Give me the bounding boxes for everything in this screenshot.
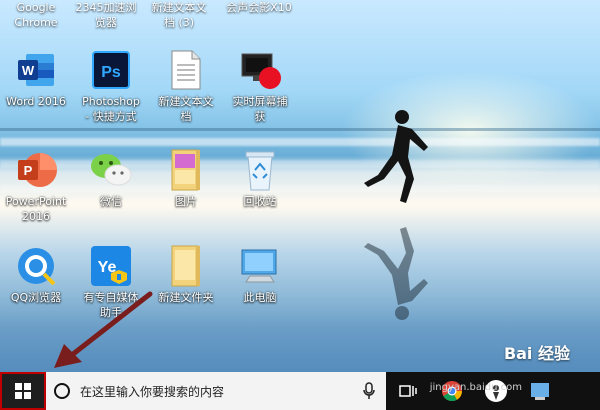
taskbar-search-box[interactable]: 在这里输入你要搜索的内容 — [46, 372, 386, 410]
icon-label: Word 2016 — [6, 95, 66, 108]
icon-label: 档 — [180, 110, 192, 123]
watermark-url: jingyan.baidu.com — [429, 382, 522, 393]
desktop-icon-word[interactable]: W Word 2016 — [0, 48, 72, 109]
qq-browser-icon — [14, 244, 58, 288]
runner-reflection — [364, 227, 428, 320]
icon-label: 会声会影X10 — [226, 1, 292, 14]
icon-label: 实时屏幕捕 — [232, 95, 288, 108]
desktop-icon-this-pc[interactable]: 此电脑 — [224, 244, 296, 305]
desktop[interactable]: Google Chrome 2345加速浏 览器 新建文本文 档 (3) 会声会… — [0, 0, 600, 410]
app-icon — [531, 383, 549, 400]
watermark-logo: Bai 经验 — [503, 344, 570, 363]
svg-text:P: P — [24, 163, 33, 178]
this-pc-icon — [238, 244, 282, 288]
icon-label: Photoshop — [82, 95, 140, 108]
microphone-icon[interactable] — [362, 382, 376, 400]
icon-label: 新建文本文 — [158, 95, 214, 108]
icon-label: 回收站 — [243, 195, 277, 208]
icon-label: 此电脑 — [243, 291, 277, 304]
search-placeholder: 在这里输入你要搜索的内容 — [80, 384, 225, 399]
desktop-icon-chrome[interactable]: Google Chrome — [0, 0, 72, 30]
recycle-bin-icon — [238, 148, 282, 192]
icon-label: 档 (3) — [163, 16, 195, 29]
svg-text:W: W — [22, 63, 35, 78]
text-file-icon — [164, 48, 208, 92]
icon-label: - 快捷方式 — [85, 110, 137, 123]
desktop-icon-videostudio[interactable]: 会声会影X10 — [223, 0, 295, 15]
wechat-icon — [89, 148, 133, 192]
photoshop-icon: Ps — [89, 48, 133, 92]
desktop-icon-text-file[interactable]: 新建文本文 档 — [150, 48, 222, 124]
desktop-icon-recycle-bin[interactable]: 回收站 — [224, 148, 296, 209]
icon-label: 获 — [254, 110, 266, 123]
icon-label: 2016 — [22, 210, 50, 223]
desktop-icon-wechat[interactable]: 微信 — [75, 148, 147, 209]
task-view-icon — [399, 385, 417, 397]
annotation-arrow — [54, 291, 153, 368]
icon-label: PowerPoint — [5, 195, 67, 208]
screen-capture-icon — [238, 48, 282, 92]
icon-label: 2345加速浏 — [75, 1, 137, 14]
wallpaper-wave — [0, 138, 600, 146]
desktop-icon-new-folder[interactable]: 新建文件夹 — [150, 244, 222, 305]
desktop-icon-photoshop[interactable]: Ps Photoshop - 快捷方式 — [75, 48, 147, 124]
icon-label: 览器 — [95, 16, 117, 29]
icon-label: 图片 — [175, 195, 197, 208]
start-button[interactable] — [0, 372, 46, 410]
windows-logo-icon — [15, 383, 31, 399]
icon-label: 微信 — [100, 195, 122, 208]
icon-label: 新建文本文 — [151, 1, 207, 14]
desktop-icon-pictures[interactable]: 图片 — [150, 148, 222, 209]
desktop-icon-powerpoint[interactable]: P PowerPoint 2016 — [0, 148, 72, 224]
icon-label: 新建文件夹 — [158, 291, 214, 304]
media-assistant-icon: Ye — [89, 244, 133, 288]
icon-label: Google — [16, 1, 56, 14]
desktop-icon-text-file-3[interactable]: 新建文本文 档 (3) — [143, 0, 215, 30]
taskbar-app-2[interactable] — [518, 372, 562, 410]
task-view-button[interactable] — [386, 372, 430, 410]
folder-pictures-icon — [164, 148, 208, 192]
folder-icon — [164, 244, 208, 288]
word-icon: W — [14, 48, 58, 92]
icon-label: Chrome — [14, 16, 58, 29]
cortana-icon — [54, 383, 70, 399]
desktop-icon-screen-capture[interactable]: 实时屏幕捕 获 — [224, 48, 296, 124]
runner-silhouette — [364, 110, 428, 203]
svg-text:Ps: Ps — [101, 64, 121, 81]
wallpaper-horizon — [0, 128, 600, 131]
desktop-icon-2345-browser[interactable]: 2345加速浏 览器 — [70, 0, 142, 30]
powerpoint-icon: P — [14, 148, 58, 192]
